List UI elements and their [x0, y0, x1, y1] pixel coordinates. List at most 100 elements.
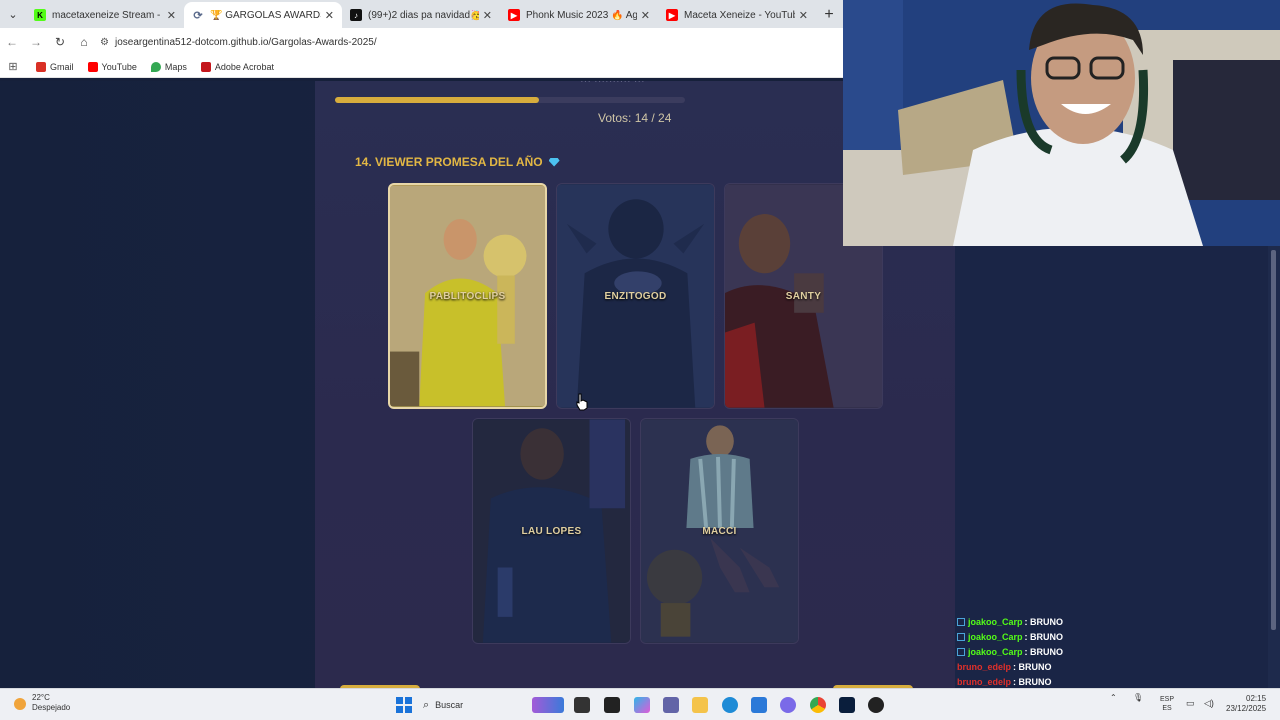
chat-message: bruno_edelp: BRUNO [957, 660, 1257, 675]
diamond-icon [548, 157, 560, 167]
chat-username: joakoo_Carp [968, 631, 1023, 642]
tab-title: 🏆 GARGOLAS AWARDS 2025 [210, 9, 321, 21]
votes-counter: Votos: 14 / 24 [598, 111, 672, 125]
chat-username: joakoo_Carp [968, 616, 1023, 627]
forward-arrow-icon[interactable]: → [24, 35, 48, 49]
windows-taskbar: 22°C Despejado ⌕ Buscar ⌃ 🎙 ESP ES ▭ ◁) [0, 688, 1280, 720]
tab-search-icon[interactable]: ⌄ [0, 0, 26, 28]
browser-tab-1[interactable]: ⟳ 🏆 GARGOLAS AWARDS 2025 ✕ [184, 2, 342, 28]
chrome-icon[interactable] [810, 697, 826, 713]
language-indicator[interactable]: ESP ES [1160, 695, 1174, 713]
nominee-card-enzitogod[interactable]: ENZITOGOD [556, 183, 715, 409]
browser-toolbar: ← → ↻ ⌂ ⚙ joseargentina512-dotcom.github… [0, 28, 843, 56]
chat-username: bruno_edelp [957, 677, 1012, 688]
close-tab-icon[interactable]: ✕ [641, 9, 650, 22]
teams-icon[interactable] [663, 697, 679, 713]
new-tab-button[interactable]: + [816, 2, 842, 28]
bookmarks-bar: ⊞ Gmail YouTube Maps Adobe Acrobat [0, 56, 843, 78]
kick-favicon-icon: K [34, 9, 46, 21]
bookmark-label: Gmail [50, 61, 74, 72]
volume-icon[interactable]: ◁) [1204, 698, 1214, 709]
photoshop-icon[interactable] [839, 697, 855, 713]
browser-tab-0[interactable]: K macetaxeneize Stream - Kick D ✕ [26, 2, 184, 28]
bookmark-youtube[interactable]: YouTube [87, 61, 137, 72]
youtube-icon [87, 61, 98, 72]
tab-title: macetaxeneize Stream - Kick D [52, 9, 163, 21]
kick-badge-icon [957, 647, 965, 656]
browser-tab-bar: ⌄ K macetaxeneize Stream - Kick D ✕ ⟳ 🏆 … [0, 0, 843, 28]
chat-message: joakoo_Carp: BRUNO [957, 644, 1257, 659]
votes-progress-fill [335, 97, 540, 103]
system-clock[interactable]: 02:15 23/12/2025 [1226, 694, 1266, 714]
obs-icon[interactable] [868, 697, 884, 713]
nominee-name: LAU LOPES [521, 525, 582, 537]
reload-favicon-icon: ⟳ [193, 9, 203, 22]
streamer-webcam-image [843, 0, 1280, 246]
maps-pin-icon [150, 61, 161, 72]
back-arrow-icon[interactable]: ← [0, 35, 24, 49]
chevron-up-icon[interactable]: ⌃ [1110, 693, 1117, 702]
browser-tab-4[interactable]: ▶ Maceta Xeneize - YouTube ✕ [658, 2, 816, 28]
weather-temperature: 22°C [32, 693, 50, 702]
chat-message-text: : BRUNO [1024, 631, 1064, 642]
nominee-name: SANTY [785, 290, 822, 302]
file-explorer-icon[interactable] [692, 697, 708, 713]
bookmark-maps[interactable]: Maps [150, 61, 187, 72]
chat-message: joakoo_Carp: BRUNO [957, 614, 1257, 629]
bookmark-gmail[interactable]: Gmail [36, 61, 74, 72]
reload-icon[interactable]: ↻ [48, 35, 72, 49]
weather-description: Despejado [32, 703, 71, 712]
bookmark-label: Adobe Acrobat [214, 61, 274, 72]
chat-message-text: : BRUNO [1024, 616, 1064, 627]
language-secondary: ES [1162, 705, 1172, 712]
edge-icon[interactable] [722, 697, 738, 713]
store-icon[interactable] [751, 697, 767, 713]
discord-icon[interactable] [780, 697, 796, 713]
tiktok-favicon-icon: ♪ [350, 9, 362, 21]
webcam-feed [843, 0, 1280, 246]
copilot-icon[interactable] [634, 697, 650, 713]
nominee-name: PABLITOCLIPS [429, 290, 506, 302]
search-placeholder: Buscar [435, 700, 464, 710]
acrobat-icon [200, 61, 211, 72]
nominee-card-lau-lopes[interactable]: LAU LOPES [472, 418, 631, 644]
nominee-name: MACCI [702, 525, 737, 537]
nominee-card-macci[interactable]: MACCI [640, 418, 799, 644]
category-title-text: 14. VIEWER PROMESA DEL AÑO [355, 155, 543, 169]
snipping-tool-icon[interactable] [604, 697, 620, 713]
task-view-icon[interactable] [574, 697, 590, 713]
language-primary: ESP [1160, 696, 1175, 703]
chat-message: joakoo_Carp: BRUNO [957, 629, 1257, 644]
chat-message-text: : BRUNO [1013, 677, 1052, 688]
microphone-icon[interactable]: 🎙 [1133, 693, 1143, 702]
scrollbar-thumb[interactable] [1271, 250, 1276, 630]
network-icon[interactable]: ▭ [1186, 698, 1195, 709]
page-scrollbar[interactable] [1268, 246, 1280, 688]
widget-icon[interactable] [532, 697, 564, 713]
clock-date: 23/12/2025 [1226, 704, 1267, 713]
kick-badge-icon [957, 617, 965, 626]
browser-tab-2[interactable]: ♪ (99+)2 dias pa navidad🥳❤️ # ✕ [342, 2, 500, 28]
youtube-favicon-icon: ▶ [508, 9, 520, 21]
search-icon: ⌕ [423, 698, 430, 711]
clock-time: 02:15 [1246, 694, 1267, 703]
nominee-name: ENZITOGOD [604, 290, 667, 302]
system-tray[interactable]: ⌃ 🎙 [1110, 693, 1143, 702]
nominee-card-pablitoclips[interactable]: PABLITOCLIPS [388, 183, 547, 409]
apps-grid-icon[interactable]: ⊞ [0, 60, 26, 73]
web-page: ··· ·········· ··· Votos: 14 / 24 14. VI… [0, 81, 955, 688]
close-tab-icon[interactable]: ✕ [325, 9, 334, 22]
close-tab-icon[interactable]: ✕ [799, 9, 808, 22]
weather-widget[interactable]: 22°C Despejado [32, 693, 70, 713]
site-info-icon[interactable]: ⚙ [100, 37, 109, 48]
address-bar[interactable]: ⚙ joseargentina512-dotcom.github.io/Garg… [100, 31, 800, 53]
close-tab-icon[interactable]: ✕ [483, 9, 492, 22]
windows-start-icon[interactable] [396, 697, 412, 713]
home-icon[interactable]: ⌂ [72, 35, 96, 49]
tab-title: Maceta Xeneize - YouTube [684, 9, 795, 21]
gmail-icon [36, 61, 46, 72]
bookmark-adobe-acrobat[interactable]: Adobe Acrobat [200, 61, 274, 72]
close-tab-icon[interactable]: ✕ [167, 9, 176, 22]
kick-badge-icon [957, 632, 965, 641]
browser-tab-3[interactable]: ▶ Phonk Music 2023 🔥 Aggress ✕ [500, 2, 658, 28]
